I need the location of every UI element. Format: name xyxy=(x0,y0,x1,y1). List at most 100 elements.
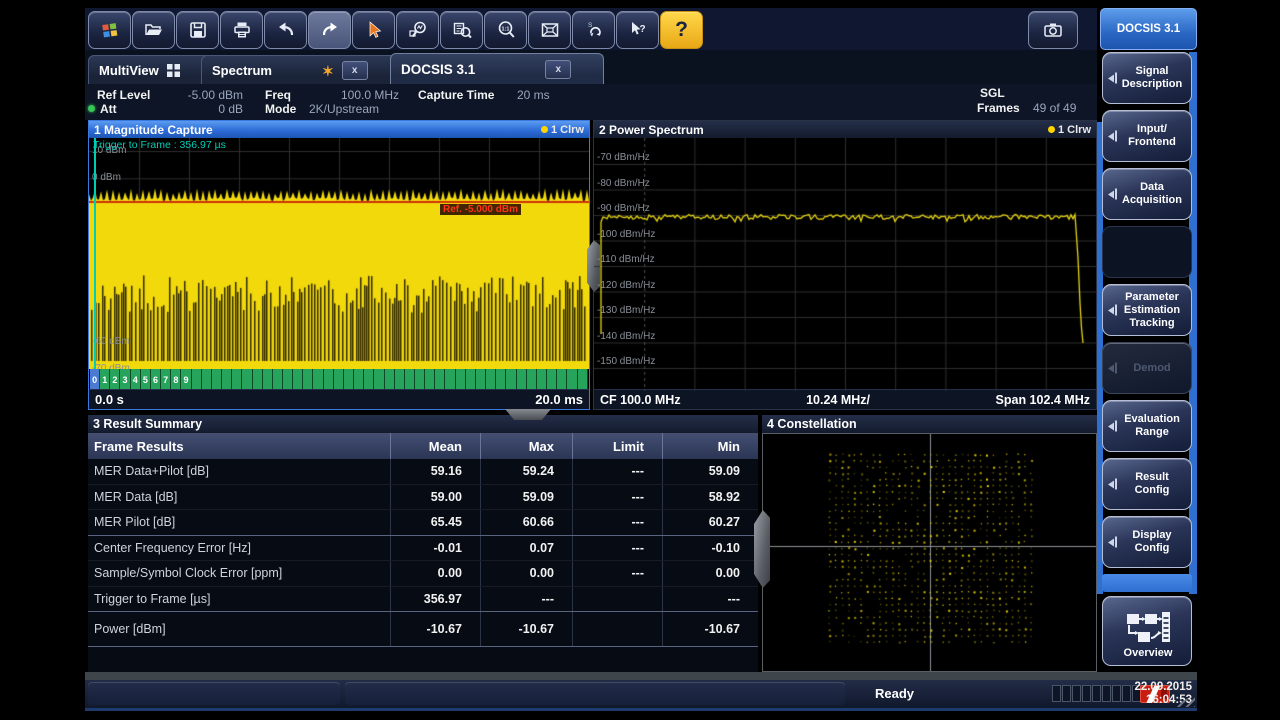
power-spectrum-x-axis: CF 100.0 MHz 10.24 MHz/ Span 102.4 MHz xyxy=(594,389,1096,409)
result-row-1: MER Data+Pilot [dB]59.1659.24---59.09 xyxy=(88,459,758,485)
info-bar: Ref Level -5.00 dBm Att 0 dB Freq 100.0 … xyxy=(85,84,1097,120)
frame-cell-43 xyxy=(527,369,537,391)
toolbar-button-zoom-trace[interactable] xyxy=(396,11,439,49)
result-cell-min: -0.10 xyxy=(662,536,758,561)
overview-button[interactable]: Overview xyxy=(1102,596,1192,666)
ready-status-text: Ready xyxy=(875,686,914,701)
toolbar-button-zoom-config[interactable] xyxy=(440,11,483,49)
toolbar-button-print[interactable] xyxy=(220,11,263,49)
col-header-min: Min xyxy=(662,433,758,459)
toolbar-button-help[interactable]: ? xyxy=(660,11,703,49)
att-value: 0 dB xyxy=(175,102,243,116)
toolbar-button-display-update[interactable] xyxy=(528,11,571,49)
frame-cell-41 xyxy=(506,369,516,391)
frame-cell-31 xyxy=(405,369,415,391)
window-constellation[interactable]: 4 Constellation xyxy=(762,415,1097,672)
vertical-splitter-handle-constellation[interactable] xyxy=(754,510,770,588)
softkey-label-line: Parameter xyxy=(1125,291,1179,304)
frame-cell-26 xyxy=(354,369,364,391)
result-row-2: MER Data [dB]59.0059.09---58.92 xyxy=(88,485,758,511)
softkey-input[interactable]: Input/Frontend xyxy=(1102,110,1192,162)
softkey-label-line: Data xyxy=(1140,181,1164,194)
magnitude-y-label: -60 dBm xyxy=(92,336,130,347)
softkey-label-line: Input/ xyxy=(1137,123,1167,136)
zoom-trace-icon xyxy=(407,20,429,40)
col-header-max: Max xyxy=(480,433,572,459)
frame-cell-25 xyxy=(344,369,354,391)
result-cell-min: -10.67 xyxy=(662,612,758,646)
status-panel-left xyxy=(88,682,340,705)
tab-multiview-label: MultiView xyxy=(99,63,159,78)
frame-cell-19 xyxy=(283,369,293,391)
result-summary-titlebar: 3 Result Summary xyxy=(88,415,758,433)
frame-cell-14 xyxy=(232,369,242,391)
tab-docsis[interactable]: DOCSIS 3.1 x xyxy=(390,53,604,85)
frame-cell-29 xyxy=(385,369,395,391)
submenu-arrow-icon xyxy=(1108,537,1117,548)
toolbar-button-open-file[interactable] xyxy=(132,11,175,49)
result-cell-max: 59.09 xyxy=(480,485,572,510)
date-time-display: 22.09.2015 16:04:53 xyxy=(1100,681,1192,707)
result-cell-mean: 0.00 xyxy=(390,561,480,586)
frame-cell-5: 5 xyxy=(141,369,151,391)
tab-spectrum-close-button[interactable]: x xyxy=(342,61,368,80)
print-icon xyxy=(231,20,253,40)
submenu-arrow-icon xyxy=(1108,131,1117,142)
window-result-summary[interactable]: 3 Result Summary Frame Results Mean Max … xyxy=(88,415,758,672)
window-power-spectrum[interactable]: 2 Power Spectrum 1 Clrw -70 dBm/Hz-80 dB… xyxy=(593,120,1097,410)
result-cell-max: 0.00 xyxy=(480,561,572,586)
toolbar-button-select-pointer[interactable] xyxy=(352,11,395,49)
trigger-line xyxy=(94,138,96,369)
window-magnitude-capture[interactable]: 1 Magnitude Capture 1 Clrw Trigger to Fr… xyxy=(88,120,590,410)
submenu-arrow-icon xyxy=(1108,305,1117,316)
result-cell-mean: 59.16 xyxy=(390,459,480,484)
svg-text:?: ? xyxy=(639,24,645,35)
frame-cell-35 xyxy=(445,369,455,391)
softkey-result[interactable]: ResultConfig xyxy=(1102,458,1192,510)
capture-time-value: 20 ms xyxy=(517,88,550,102)
toolbar-button-redo[interactable] xyxy=(308,11,351,49)
softkey-demod[interactable]: Demod xyxy=(1102,342,1192,394)
frame-cell-24 xyxy=(334,369,344,391)
toolbar-button-zoom-1to1[interactable]: 1:1 xyxy=(484,11,527,49)
tab-docsis-close-button[interactable]: x xyxy=(545,60,571,79)
mode-value: 2K/Upstream xyxy=(309,102,379,116)
softkey-display[interactable]: DisplayConfig xyxy=(1102,516,1192,568)
result-row-4: Center Frequency Error [Hz]-0.010.07----… xyxy=(88,536,758,562)
freq-label: Freq xyxy=(265,88,291,102)
softkey-parameter[interactable]: ParameterEstimationTracking xyxy=(1102,284,1192,336)
softkey-label-line: Evaluation xyxy=(1124,413,1180,426)
result-cell-limit: --- xyxy=(572,561,662,586)
frame-cell-28 xyxy=(374,369,384,391)
toolbar-button-windows-logo[interactable] xyxy=(88,11,131,49)
progress-segment xyxy=(1062,685,1071,702)
toolbar-button-sync[interactable]: S xyxy=(572,11,615,49)
softkey-evaluation[interactable]: EvaluationRange xyxy=(1102,400,1192,452)
result-summary-title: 3 Result Summary xyxy=(93,417,202,431)
toolbar-button-undo[interactable] xyxy=(264,11,307,49)
softkey-signal[interactable]: SignalDescription xyxy=(1102,52,1192,104)
screenshot-camera-icon xyxy=(1042,20,1064,40)
context-help-icon: ? xyxy=(627,20,649,40)
tab-spectrum[interactable]: Spectrum ✶ x xyxy=(201,55,408,85)
softkey-data[interactable]: DataAcquisition xyxy=(1102,168,1192,220)
softkey-label-line: Estimation xyxy=(1124,304,1180,317)
power-spectrum-trace-canvas xyxy=(594,138,1096,391)
tab-multiview[interactable]: MultiView xyxy=(88,55,219,85)
per-div-label: 10.24 MHz/ xyxy=(806,393,870,407)
toolbar-button-context-help[interactable]: ? xyxy=(616,11,659,49)
result-cell-mean: 356.97 xyxy=(390,587,480,612)
tab-docsis-label: DOCSIS 3.1 xyxy=(401,62,475,77)
submenu-arrow-icon xyxy=(1108,73,1117,84)
magnitude-capture-title: 1 Magnitude Capture xyxy=(94,123,213,137)
submenu-arrow-icon xyxy=(1108,363,1117,374)
frame-cell-36 xyxy=(456,369,466,391)
toolbar-button-save[interactable] xyxy=(176,11,219,49)
result-summary-header-row: Frame Results Mean Max Limit Min xyxy=(88,433,758,459)
redo-icon xyxy=(319,20,341,40)
toolbar-button-screenshot[interactable] xyxy=(1028,11,1078,49)
softkey-label-line: Result xyxy=(1135,471,1169,484)
result-cell-max: 59.24 xyxy=(480,459,572,484)
sync-icon: S xyxy=(583,20,605,40)
result-cell-label: Power [dBm] xyxy=(88,612,390,646)
